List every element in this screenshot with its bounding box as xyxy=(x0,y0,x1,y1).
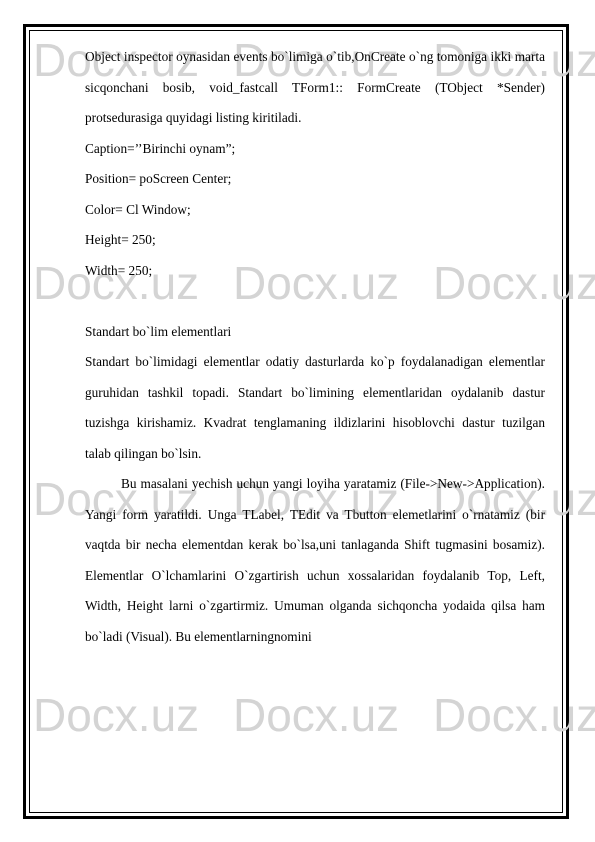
code-line-caption: Caption=’’Birinchi oynam”; xyxy=(85,140,236,156)
paragraph-standard: Standart bo`limidagi elementlar odatiy d… xyxy=(85,354,545,461)
code-line-position: Position= poScreen Center; xyxy=(85,171,232,186)
section-heading: Standart bo`lim elementlari xyxy=(85,323,232,339)
paragraph-task: Bu masalani yechish uchun yangi loyiha y… xyxy=(85,476,545,644)
code-line-height: Height= 250; xyxy=(85,232,156,247)
paragraph-intro: Object inspector oynasidan events bo`lim… xyxy=(85,49,545,125)
code-line-color: Color= Cl Window; xyxy=(85,201,191,217)
document-body: Object inspector oynasidan events bo`lim… xyxy=(85,42,545,652)
code-line-width: Width= 250; xyxy=(85,262,153,278)
code-listing: Caption=’’Birinchi oynam”; Position= poS… xyxy=(85,134,545,287)
